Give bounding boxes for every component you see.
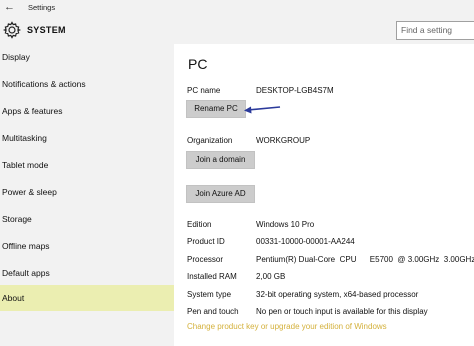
title-bar: ← Settings [0,0,474,16]
pc-name-value: DESKTOP-LGB4S7M [256,86,334,95]
processor-value: Pentium(R) Dual-Core CPU E5700 @ 3.00GHz… [256,255,474,264]
pc-name-label: PC name [187,86,221,95]
about-panel: PC PC name DESKTOP-LGB4S7M Rename PC Org… [174,44,474,346]
change-product-key-link[interactable]: Change product key or upgrade your editi… [187,322,387,331]
sidebar-item-storage[interactable]: Storage [0,206,174,232]
page-title: PC [188,56,208,72]
annotation-arrow-icon [244,106,281,114]
organization-label: Organization [187,136,233,145]
sidebar-item-offline-maps[interactable]: Offline maps [0,233,174,259]
sidebar-item-tablet-mode[interactable]: Tablet mode [0,152,174,178]
installed-ram-value: 2,00 GB [256,272,286,281]
organization-value: WORKGROUP [256,136,311,145]
sidebar-item-notifications[interactable]: Notifications & actions [0,71,174,97]
sidebar-item-multitasking[interactable]: Multitasking [0,125,174,151]
processor-label: Processor [187,255,224,264]
sidebar-item-about[interactable]: About [0,285,174,311]
gear-icon [2,21,22,39]
pen-touch-value: No pen or touch input is available for t… [256,307,428,316]
product-id-value: 00331-10000-00001-AA244 [256,237,355,246]
system-type-value: 32-bit operating system, x64-based proce… [256,290,419,299]
pen-touch-label: Pen and touch [187,307,239,316]
installed-ram-label: Installed RAM [187,272,237,281]
product-id-label: Product ID [187,237,225,246]
join-domain-button[interactable]: Join a domain [186,151,255,169]
back-arrow-icon[interactable]: ← [4,1,15,13]
sidebar-item-default-apps[interactable]: Default apps [0,260,174,286]
search-placeholder: Find a setting [401,25,453,35]
search-input[interactable]: Find a setting [396,21,474,40]
edition-label: Edition [187,220,212,229]
sidebar: Display Notifications & actions Apps & f… [0,44,174,346]
sidebar-item-display[interactable]: Display [0,44,174,70]
sidebar-item-power-sleep[interactable]: Power & sleep [0,179,174,205]
join-azure-ad-button[interactable]: Join Azure AD [186,185,255,203]
rename-pc-button[interactable]: Rename PC [186,100,246,118]
sidebar-item-apps-features[interactable]: Apps & features [0,98,174,124]
edition-value: Windows 10 Pro [256,220,315,229]
section-title: SYSTEM [27,25,66,35]
system-type-label: System type [187,290,232,299]
window-title: Settings [28,3,56,12]
